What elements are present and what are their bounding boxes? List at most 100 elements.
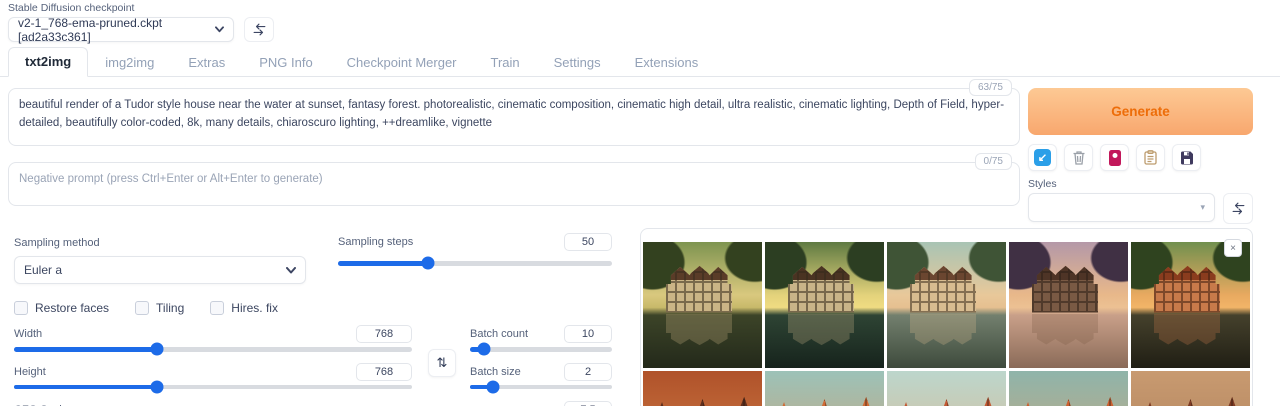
prompt-input[interactable]: beautiful render of a Tudor style house … — [8, 88, 1020, 146]
slider-handle[interactable] — [486, 380, 499, 393]
card-icon — [1109, 150, 1121, 166]
styles-dropdown[interactable]: ▾ — [1028, 193, 1215, 222]
tab-checkpoint-merger[interactable]: Checkpoint Merger — [330, 48, 474, 77]
water-reflection — [666, 314, 733, 347]
gallery-image-9[interactable] — [1009, 371, 1128, 406]
tab-settings[interactable]: Settings — [537, 48, 618, 77]
negative-prompt-input[interactable] — [8, 162, 1020, 206]
gallery-image-10[interactable] — [1131, 371, 1250, 406]
chevron-down-icon — [286, 267, 296, 274]
gallery-close-button[interactable]: × — [1224, 239, 1242, 257]
main-tabbar: txt2img img2img Extras PNG Info Checkpoi… — [0, 48, 1280, 77]
height-input[interactable]: 768 — [356, 363, 412, 381]
clear-prompt-button[interactable] — [1064, 144, 1093, 171]
batch-count-group: Batch count 10 — [470, 325, 612, 352]
sampling-method-dropdown[interactable]: Euler a — [14, 256, 306, 284]
slider-fill — [14, 385, 157, 390]
styles-label: Styles — [1028, 178, 1253, 190]
styles-refresh-button[interactable] — [1223, 193, 1253, 224]
height-group: Height 768 — [14, 363, 412, 390]
save-style-button[interactable] — [1172, 144, 1201, 171]
water-reflection — [1154, 314, 1221, 347]
tab-train[interactable]: Train — [474, 48, 537, 77]
tiling-checkbox[interactable]: Tiling — [135, 301, 184, 315]
width-label: Width — [14, 328, 42, 340]
refresh-icon — [1231, 202, 1246, 215]
prompt-token-counter: 63/75 — [969, 79, 1012, 96]
tiling-label: Tiling — [156, 301, 184, 315]
stable-diffusion-webui: Stable Diffusion checkpoint v2-1_768-ema… — [0, 0, 1280, 406]
batch-size-slider[interactable] — [470, 385, 612, 390]
batch-size-group: Batch size 2 — [470, 363, 612, 390]
restore-faces-checkbox[interactable]: Restore faces — [14, 301, 109, 315]
extra-networks-button[interactable] — [1100, 144, 1129, 171]
gallery-image-6[interactable] — [643, 371, 762, 406]
cfg-scale-input[interactable]: 7.5 — [564, 401, 612, 406]
checkpoint-area: Stable Diffusion checkpoint v2-1_768-ema… — [8, 2, 274, 42]
batch-size-input[interactable]: 2 — [564, 363, 612, 381]
slider-fill — [338, 261, 428, 266]
slider-handle[interactable] — [151, 343, 164, 356]
gallery-image-5[interactable] — [1131, 242, 1250, 368]
sampling-method-value: Euler a — [24, 263, 62, 277]
slider-handle[interactable] — [422, 257, 435, 270]
generation-controls: Sampling method Euler a Sampling steps 5… — [8, 226, 612, 406]
paste-params-button[interactable]: ↙ — [1028, 144, 1057, 171]
gallery-image-1[interactable] — [643, 242, 762, 368]
gallery-grid — [641, 229, 1252, 406]
swap-vertical-icon: ⇅ — [437, 355, 448, 371]
sampling-steps-group: Sampling steps 50 — [338, 233, 612, 284]
gallery-image-3[interactable] — [887, 242, 1006, 368]
generate-button[interactable]: Generate — [1028, 88, 1253, 135]
water-reflection — [788, 314, 855, 347]
results-gallery: × — [640, 228, 1253, 406]
prompt-tools-row: ↙ — [1028, 144, 1253, 171]
slider-handle[interactable] — [478, 343, 491, 356]
prompt-column: 63/75 beautiful render of a Tudor style … — [8, 88, 1020, 206]
sampling-steps-input[interactable]: 50 — [564, 233, 612, 251]
swap-dimensions-button[interactable]: ⇅ — [428, 349, 456, 377]
gallery-image-8[interactable] — [887, 371, 1006, 406]
width-slider[interactable] — [14, 347, 412, 352]
sampling-method-label: Sampling method — [14, 237, 100, 249]
slider-handle[interactable] — [151, 380, 164, 393]
gallery-image-2[interactable] — [765, 242, 884, 368]
checkbox-box[interactable] — [135, 301, 149, 315]
checkbox-box[interactable] — [14, 301, 28, 315]
styles-area: Styles ▾ — [1028, 178, 1253, 224]
clipboard-icon — [1144, 150, 1157, 165]
hires-fix-label: Hires. fix — [231, 301, 278, 315]
tab-png-info[interactable]: PNG Info — [242, 48, 329, 77]
hires-fix-checkbox[interactable]: Hires. fix — [210, 301, 278, 315]
checkpoint-dropdown[interactable]: v2-1_768-ema-pruned.ckpt [ad2a33c361] — [8, 17, 234, 42]
batch-count-input[interactable]: 10 — [564, 325, 612, 343]
arrow-down-left-icon: ↙ — [1034, 149, 1051, 166]
tab-extensions[interactable]: Extensions — [618, 48, 716, 77]
tab-extras[interactable]: Extras — [171, 48, 242, 77]
tab-txt2img[interactable]: txt2img — [8, 47, 88, 77]
water-reflection — [1032, 314, 1099, 347]
gallery-image-4[interactable] — [1009, 242, 1128, 368]
tab-img2img[interactable]: img2img — [88, 48, 171, 77]
width-group: Width 768 — [14, 325, 412, 352]
refresh-icon — [252, 23, 267, 36]
negative-token-counter: 0/75 — [975, 153, 1012, 170]
batch-size-label: Batch size — [470, 366, 521, 378]
checkbox-box[interactable] — [210, 301, 224, 315]
checkpoint-label: Stable Diffusion checkpoint — [8, 2, 274, 14]
gallery-image-7[interactable] — [765, 371, 884, 406]
cfg-scale-group: CFG Scale 7.5 — [14, 401, 612, 406]
dimensions-column: Width 768 Height 768 — [14, 325, 412, 389]
floppy-icon — [1180, 151, 1194, 165]
sampling-steps-slider[interactable] — [338, 261, 612, 266]
sampling-steps-label: Sampling steps — [338, 236, 413, 248]
checkpoint-refresh-button[interactable] — [244, 17, 274, 42]
water-reflection — [910, 314, 977, 347]
batch-count-slider[interactable] — [470, 347, 612, 352]
trash-icon — [1072, 150, 1086, 165]
apply-styles-button[interactable] — [1136, 144, 1165, 171]
close-icon: × — [1230, 243, 1236, 254]
height-slider[interactable] — [14, 385, 412, 390]
restore-faces-label: Restore faces — [35, 301, 109, 315]
width-input[interactable]: 768 — [356, 325, 412, 343]
